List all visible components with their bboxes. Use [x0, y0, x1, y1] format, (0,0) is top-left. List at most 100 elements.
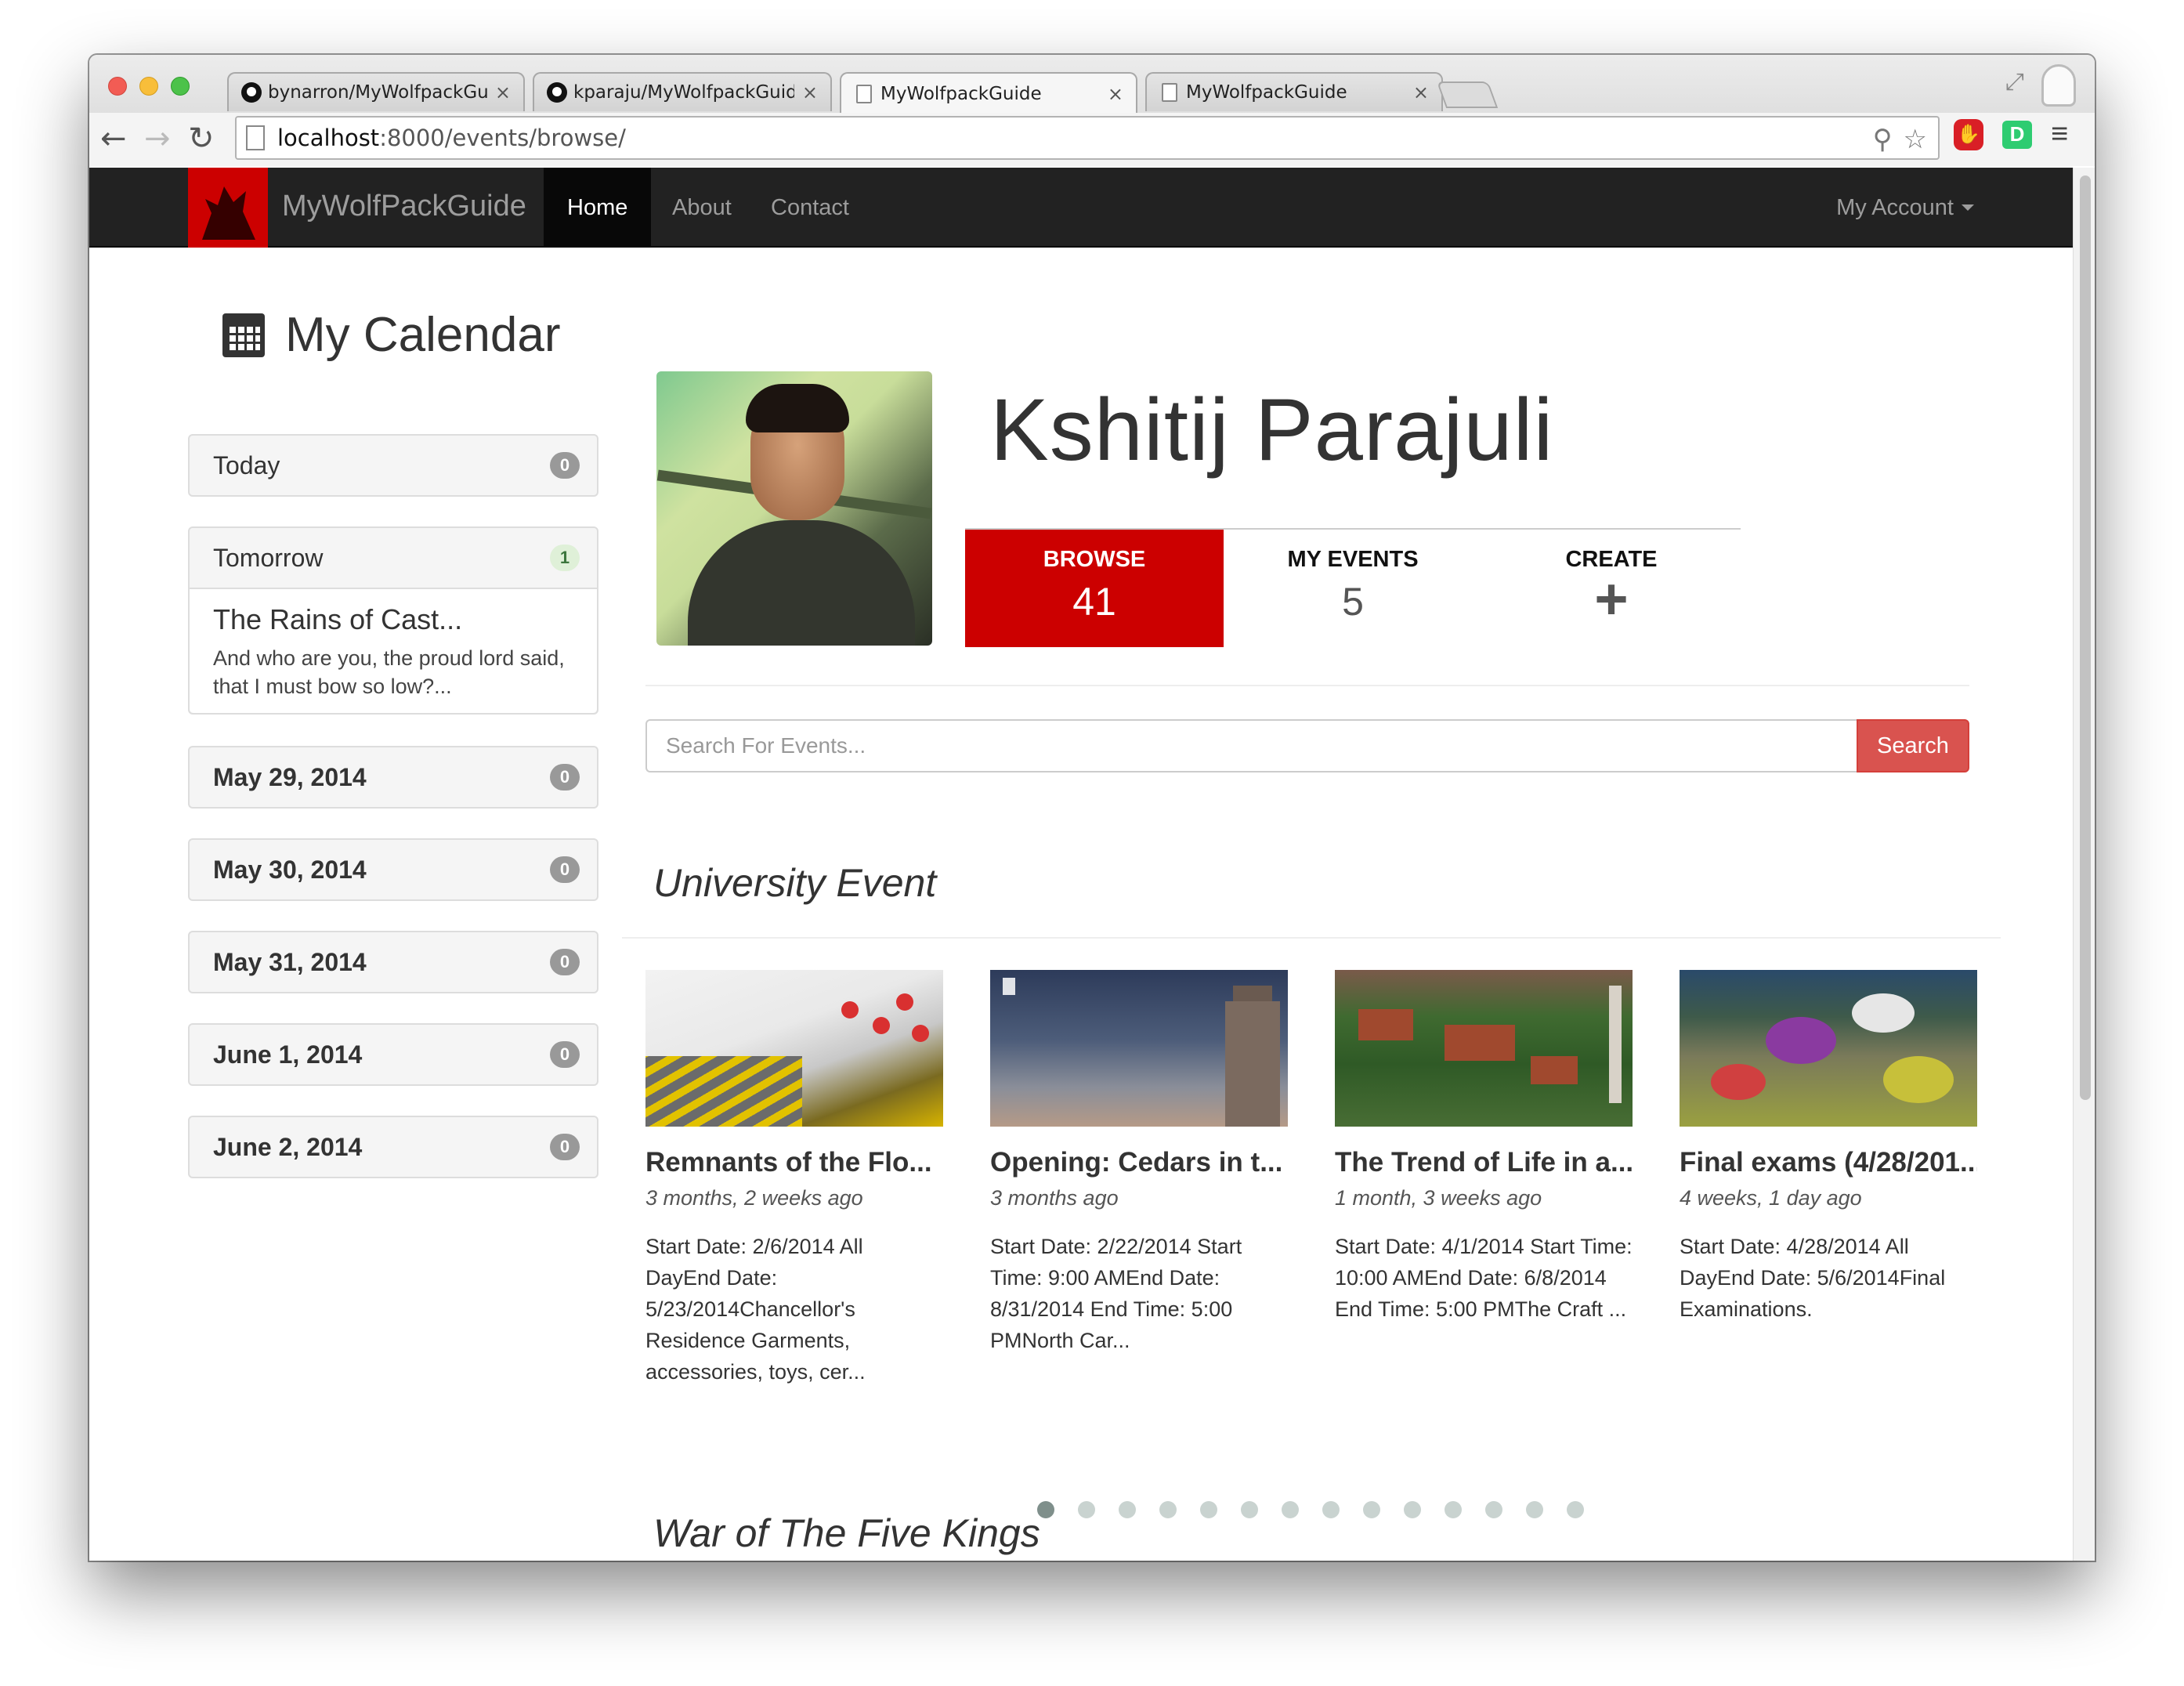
event-card[interactable]: Final exams (4/28/201... 4 weeks, 1 day … [1680, 970, 1977, 1325]
stat-label: BROWSE [1043, 547, 1146, 572]
event-image[interactable] [645, 970, 943, 1127]
event-image[interactable] [990, 970, 1288, 1127]
tab-close-icon[interactable]: × [1413, 81, 1429, 103]
carousel-dot[interactable] [1200, 1501, 1217, 1518]
plus-icon: + [1594, 566, 1629, 631]
event-count-badge: 0 [550, 949, 580, 975]
day-panel-date[interactable]: May 31, 2014 0 [188, 931, 598, 993]
carousel-dot[interactable] [1078, 1501, 1095, 1518]
day-label: May 30, 2014 [213, 855, 367, 884]
browse-tab[interactable]: BROWSE 41 [965, 530, 1224, 647]
section-title: War of The Five Kings [653, 1511, 1040, 1555]
reload-icon[interactable]: ↻ [188, 121, 215, 157]
event-age: 1 month, 3 weeks ago [1335, 1186, 1542, 1210]
minimize-window-button[interactable] [139, 77, 158, 96]
profile-name: Kshitij Parajuli [990, 381, 1554, 479]
github-icon [547, 82, 567, 103]
browser-chrome: bynarron/MyWolfpackGuid × kparaju/MyWolf… [89, 55, 2095, 166]
new-tab-button[interactable] [1436, 81, 1499, 108]
day-label: June 2, 2014 [213, 1132, 363, 1161]
bookmark-star-icon[interactable]: ☆ [1904, 124, 1927, 155]
tab-close-icon[interactable]: × [802, 81, 818, 103]
divider [645, 685, 1969, 686]
navbar: MyWolfPackGuide Home About Contact My Ac… [89, 168, 2073, 248]
nav-contact[interactable]: Contact [747, 168, 873, 248]
carousel-dot[interactable] [1363, 1501, 1380, 1518]
event-count-badge: 0 [550, 1134, 580, 1160]
carousel-dot[interactable] [1241, 1501, 1258, 1518]
tab-title: MyWolfpackGuide [1186, 82, 1347, 103]
calendar-icon [222, 313, 265, 357]
brand-name[interactable]: MyWolfPackGuide [282, 190, 526, 223]
tab-title: kparaju/MyWolfpackGuide [573, 82, 794, 103]
day-panel-today[interactable]: Today 0 [188, 434, 598, 497]
browser-tab-active[interactable]: MyWolfpackGuide × [840, 72, 1137, 114]
carousel-dot[interactable] [1445, 1501, 1462, 1518]
wolf-logo-icon[interactable] [188, 168, 268, 248]
section-divider [622, 937, 2001, 939]
event-title[interactable]: The Trend of Life in a... [1335, 1147, 1633, 1178]
carousel-dot[interactable] [1404, 1501, 1421, 1518]
carousel-dot[interactable] [1526, 1501, 1543, 1518]
event-count-badge: 0 [550, 452, 580, 479]
search-icon[interactable]: ⚲ [1873, 124, 1893, 155]
browser-tab[interactable]: bynarron/MyWolfpackGuid × [227, 72, 525, 111]
scrollbar[interactable] [2073, 168, 2095, 1561]
carousel-dot[interactable] [1119, 1501, 1136, 1518]
carousel-dot[interactable] [1282, 1501, 1299, 1518]
tab-close-icon[interactable]: × [495, 81, 511, 103]
back-icon[interactable]: ← [100, 121, 127, 157]
tab-title: MyWolfpackGuide [880, 84, 1042, 104]
event-count-badge: 0 [550, 856, 580, 883]
carousel-dot[interactable] [1485, 1501, 1502, 1518]
my-account-label: My Account [1836, 194, 1954, 220]
address-bar[interactable]: localhost:8000/events/browse/ ⚲ ☆ [235, 116, 1940, 160]
close-window-button[interactable] [108, 77, 127, 96]
browser-tab[interactable]: MyWolfpackGuide × [1145, 72, 1443, 111]
search-input[interactable] [645, 719, 1857, 772]
tab-close-icon[interactable]: × [1108, 83, 1123, 105]
calendar-event-item[interactable]: The Rains of Cast... And who are you, th… [190, 588, 597, 713]
zoom-window-button[interactable] [171, 77, 190, 96]
forward-icon[interactable]: → [144, 121, 171, 157]
event-title[interactable]: Remnants of the Flo... [645, 1147, 943, 1178]
carousel-dot[interactable] [1159, 1501, 1177, 1518]
event-image[interactable] [1335, 970, 1633, 1127]
nav-home[interactable]: Home [544, 168, 652, 248]
event-count-badge: 0 [550, 764, 580, 791]
day-label: May 31, 2014 [213, 947, 367, 976]
carousel-dot[interactable] [1322, 1501, 1340, 1518]
day-panel-date[interactable]: May 29, 2014 0 [188, 746, 598, 809]
carousel-dot[interactable] [1567, 1501, 1584, 1518]
create-tab[interactable]: CREATE + [1482, 530, 1741, 647]
my-account-dropdown[interactable]: My Account [1836, 168, 1974, 248]
extension-icon[interactable]: D [2002, 120, 2032, 149]
day-label: June 1, 2014 [213, 1040, 363, 1069]
event-image[interactable] [1680, 970, 1977, 1127]
caret-down-icon [1962, 204, 1974, 211]
menu-icon[interactable]: ≡ [2051, 118, 2068, 151]
event-card[interactable]: Opening: Cedars in t... 3 months ago Sta… [990, 970, 1288, 1356]
event-card[interactable]: Remnants of the Flo... 3 months, 2 weeks… [645, 970, 943, 1388]
profile-icon[interactable] [2041, 64, 2076, 107]
event-title[interactable]: Final exams (4/28/201... [1680, 1147, 1977, 1178]
nav-about[interactable]: About [649, 168, 755, 248]
scrollbar-thumb[interactable] [2080, 175, 2091, 1100]
adblock-icon[interactable]: ✋ [1954, 118, 1983, 150]
search-button[interactable]: Search [1857, 719, 1969, 772]
day-panel-date[interactable]: June 1, 2014 0 [188, 1023, 598, 1086]
browser-tab[interactable]: kparaju/MyWolfpackGuide × [533, 72, 832, 111]
day-panel-date[interactable]: May 30, 2014 0 [188, 838, 598, 901]
event-age: 4 weeks, 1 day ago [1680, 1186, 1862, 1210]
fullscreen-icon[interactable]: ⤢ [2005, 69, 2024, 96]
day-panel-tomorrow[interactable]: Tomorrow 1 The Rains of Cast... And who a… [188, 526, 598, 715]
event-card[interactable]: The Trend of Life in a... 1 month, 3 wee… [1335, 970, 1633, 1325]
event-title[interactable]: Opening: Cedars in t... [990, 1147, 1288, 1178]
url-host: localhost [277, 125, 380, 151]
my-events-tab[interactable]: MY EVENTS 5 [1224, 530, 1482, 647]
browser-toolbar: ← → ↻ localhost:8000/events/browse/ ⚲ ☆ … [89, 113, 2095, 166]
calendar-event-snippet: And who are you, the proud lord said, th… [213, 646, 565, 698]
day-panel-date[interactable]: June 2, 2014 0 [188, 1116, 598, 1178]
event-description: Start Date: 4/1/2014 Start Time: 10:00 A… [1335, 1235, 1633, 1321]
stat-label: MY EVENTS [1287, 547, 1419, 572]
